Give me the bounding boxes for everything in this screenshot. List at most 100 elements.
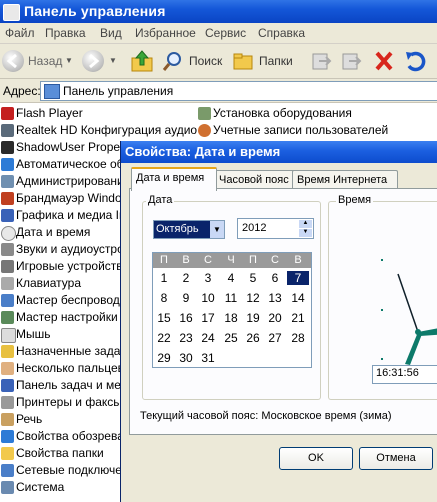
- calendar-day[interactable]: 14: [287, 291, 309, 305]
- move-to-icon: [312, 53, 332, 70]
- speech-icon: [1, 413, 14, 426]
- calendar-day[interactable]: 18: [220, 311, 242, 325]
- back-dropdown-icon[interactable]: ▼: [65, 49, 73, 73]
- calendar-day[interactable]: 25: [220, 331, 242, 345]
- address-field[interactable]: Панель управления: [40, 81, 437, 101]
- control-panel-icon: [3, 4, 20, 21]
- menu-tools[interactable]: Сервис: [205, 26, 246, 40]
- list-item-label: Графика и медиа Inte: [16, 208, 136, 222]
- menu-file[interactable]: Файл: [5, 26, 35, 40]
- copy-to-button[interactable]: [340, 49, 362, 73]
- calendar-day[interactable]: 17: [197, 311, 219, 325]
- list-item-label: Мастер беспроводно: [16, 293, 134, 307]
- dialog-titlebar: Свойства: Дата и время: [121, 141, 437, 163]
- menu-favorites[interactable]: Избранное: [135, 26, 196, 40]
- calendar-day[interactable]: 2: [175, 271, 197, 285]
- delete-button[interactable]: [373, 49, 395, 73]
- calendar-day[interactable]: 31: [197, 351, 219, 365]
- list-item-label: Речь: [16, 412, 43, 426]
- scheduled-tasks-icon: [1, 345, 14, 358]
- spin-up-icon[interactable]: ▲: [299, 220, 312, 228]
- forward-button[interactable]: ▼: [82, 49, 118, 73]
- spin-down-icon[interactable]: ▼: [299, 229, 312, 237]
- menu-help[interactable]: Справка: [258, 26, 305, 40]
- list-item-label: Realtek HD Конфигурация аудио: [16, 123, 198, 137]
- update-icon: [1, 158, 14, 171]
- mouse-icon: [1, 328, 16, 343]
- list-item-label: Принтеры и факсы: [16, 395, 122, 409]
- calendar-day[interactable]: 26: [242, 331, 264, 345]
- calendar-day[interactable]: 22: [153, 331, 175, 345]
- menu-view[interactable]: Вид: [100, 26, 122, 40]
- list-item-label: Свойства обозревате: [16, 429, 136, 443]
- search-button[interactable]: Поиск: [162, 49, 224, 73]
- calendar-day[interactable]: 5: [242, 271, 264, 285]
- search-icon: [162, 52, 181, 71]
- address-bar: Адрес: Панель управления: [0, 79, 437, 103]
- date-time-panel: Дата Октябрь ▼ 2012 ▲ ▼ П В С Ч П С В 12…: [129, 188, 437, 435]
- weekday-label: П: [160, 254, 168, 266]
- calendar-day[interactable]: 4: [220, 271, 242, 285]
- calendar-day[interactable]: 21: [287, 311, 309, 325]
- folder-options-icon: [1, 447, 14, 460]
- calendar-day[interactable]: 15: [153, 311, 175, 325]
- list-item-label: Игровые устройства: [16, 259, 130, 273]
- cancel-button[interactable]: Отмена: [359, 447, 433, 470]
- tab-date-time[interactable]: Дата и время: [131, 167, 217, 191]
- chevron-down-icon[interactable]: ▼: [210, 221, 224, 238]
- back-button[interactable]: Назад ▼: [2, 49, 73, 73]
- calendar-day[interactable]: 23: [175, 331, 197, 345]
- time-value: 16:31:56: [376, 367, 419, 379]
- ok-button[interactable]: OK: [279, 447, 353, 470]
- wireless-icon: [1, 294, 14, 307]
- menu-bar: Файл Правка Вид Избранное Сервис Справка: [0, 23, 437, 44]
- undo-button[interactable]: [403, 49, 427, 73]
- tab-time-zone[interactable]: Часовой пояс: [214, 170, 297, 189]
- calendar-day[interactable]: 9: [175, 291, 197, 305]
- forward-dropdown-icon[interactable]: ▼: [109, 49, 117, 73]
- calendar-day[interactable]: 16: [175, 311, 197, 325]
- calendar-day[interactable]: 29: [153, 351, 175, 365]
- folders-button[interactable]: Папки: [232, 49, 294, 73]
- calendar-day[interactable]: 8: [153, 291, 175, 305]
- calendar-day[interactable]: 27: [264, 331, 286, 345]
- calendar-day[interactable]: 10: [197, 291, 219, 305]
- move-to-button[interactable]: [310, 49, 332, 73]
- up-folder-icon: [131, 50, 153, 72]
- printer-icon: [1, 396, 14, 409]
- timezone-text: Текущий часовой пояс: Московское время (…: [140, 410, 392, 422]
- delete-icon: [375, 51, 393, 71]
- firewall-icon: [1, 192, 14, 205]
- calendar-day[interactable]: 24: [197, 331, 219, 345]
- list-item-label: Учетные записи пользователей: [213, 123, 389, 137]
- month-select[interactable]: Октябрь ▼: [153, 220, 225, 239]
- calendar-day[interactable]: 13: [264, 291, 286, 305]
- time-group-label: Время: [336, 194, 374, 206]
- keyboard-icon: [1, 277, 14, 290]
- calendar-day[interactable]: 11: [220, 291, 242, 305]
- menu-edit[interactable]: Правка: [45, 26, 86, 40]
- list-item-label: Панель задач и мен: [16, 378, 128, 392]
- weekday-label: В: [294, 254, 302, 266]
- calendar-day[interactable]: 19: [242, 311, 264, 325]
- weekday-label: Ч: [227, 254, 235, 266]
- time-field[interactable]: 16:31:56: [372, 365, 437, 384]
- calendar-day[interactable]: 28: [287, 331, 309, 345]
- tab-internet-time[interactable]: Время Интернета: [292, 170, 398, 189]
- calendar-day[interactable]: 12: [242, 291, 264, 305]
- undo-icon: [406, 51, 426, 72]
- calendar: П В С Ч П С В 1 2 3 4 5 6 7 8 9 10 11 12 13 14 15 16 17 1…: [152, 252, 312, 368]
- calendar-day[interactable]: 3: [197, 271, 219, 285]
- control-panel-icon: [44, 84, 60, 99]
- calendar-day[interactable]: 30: [175, 351, 197, 365]
- back-label: Назад: [28, 54, 63, 68]
- calendar-day[interactable]: 7: [287, 271, 309, 285]
- calendar-day[interactable]: 20: [264, 311, 286, 325]
- audio-icon: [1, 124, 14, 137]
- up-folder-button[interactable]: [130, 49, 154, 73]
- list-item-label: Система: [16, 480, 65, 494]
- calendar-day[interactable]: 1: [153, 271, 175, 285]
- year-spinner[interactable]: 2012 ▲ ▼: [237, 218, 314, 239]
- admin-tools-icon: [1, 175, 14, 188]
- calendar-day[interactable]: 6: [264, 271, 286, 285]
